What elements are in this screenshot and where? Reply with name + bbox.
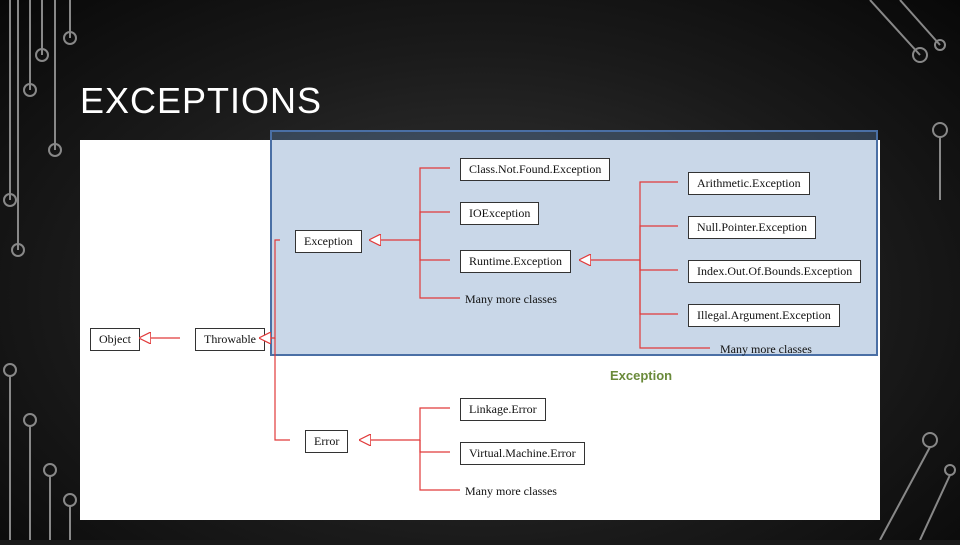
diagram-connectors [80,140,880,520]
slide-title: EXCEPTIONS [80,80,322,122]
diagram-area: Object Throwable Exception Error Class.N… [80,140,880,520]
